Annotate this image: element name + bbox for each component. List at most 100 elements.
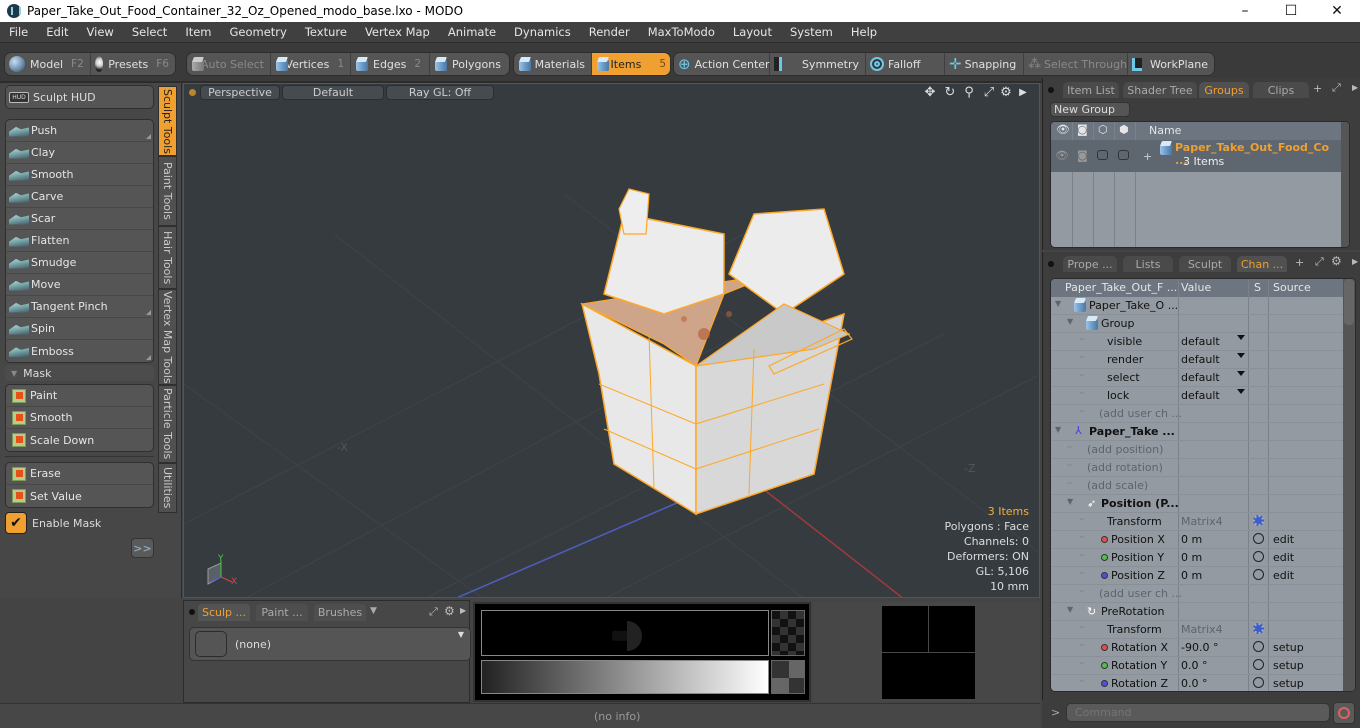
- record-button[interactable]: [1333, 702, 1355, 724]
- menu-layout[interactable]: Layout: [724, 25, 781, 39]
- close-button[interactable]: ✕: [1314, 0, 1360, 22]
- brush-preset-dropdown[interactable]: (none) ▼: [189, 627, 471, 661]
- channel-value[interactable]: default: [1181, 335, 1220, 348]
- channel-value[interactable]: Matrix4: [1181, 515, 1223, 528]
- polygons-button[interactable]: Polygons: [430, 53, 509, 75]
- chevron-right-icon[interactable]: ▶: [1352, 83, 1358, 92]
- menu-edit[interactable]: Edit: [37, 25, 77, 39]
- tab-lists[interactable]: Lists: [1123, 256, 1173, 272]
- channel-value[interactable]: default: [1181, 389, 1220, 402]
- channel-row[interactable]: ·· select default: [1051, 369, 1343, 387]
- channel-row[interactable]: ▼ Paper_Take_O ...: [1051, 297, 1343, 315]
- tool-flatten[interactable]: Flatten: [6, 230, 153, 252]
- channel-value[interactable]: Matrix4: [1181, 623, 1223, 636]
- visibility-eye-icon[interactable]: 👁: [1056, 123, 1070, 136]
- chevron-right-icon[interactable]: ▶: [460, 606, 466, 615]
- channel-row[interactable]: ·· Transform Matrix4: [1051, 621, 1343, 639]
- mask-section-header[interactable]: ▼ Mask: [5, 365, 154, 381]
- channel-row[interactable]: ·· Rotation Z 0.0 ° setup: [1051, 675, 1343, 691]
- tool-move[interactable]: Move: [6, 274, 153, 296]
- rotate-icon[interactable]: ↻: [942, 85, 958, 101]
- state-ring-icon[interactable]: [1253, 641, 1264, 652]
- gear-icon[interactable]: ⚙: [444, 604, 455, 618]
- pan-icon[interactable]: ✥: [922, 85, 938, 101]
- row-camera-icon[interactable]: ◙: [1077, 149, 1088, 162]
- transform-gear-icon[interactable]: [1253, 515, 1264, 526]
- channel-row[interactable]: ·· (add user ch ...: [1051, 405, 1343, 423]
- vtab-hair-tools[interactable]: Hair Tools: [158, 226, 177, 289]
- menu-file[interactable]: File: [0, 25, 37, 39]
- tool-scar[interactable]: Scar: [6, 208, 153, 230]
- group-row[interactable]: 👁 ◙ + Paper_Take_Out_Food_Co ... 3 Items: [1051, 140, 1343, 172]
- vtab-utilities[interactable]: Utilities: [158, 463, 177, 513]
- tool-emboss[interactable]: Emboss: [6, 340, 153, 362]
- tool-carve[interactable]: Carve: [6, 186, 153, 208]
- vertices-button[interactable]: Vertices 1: [271, 53, 351, 75]
- zoom-icon[interactable]: ⚲: [961, 85, 977, 101]
- lock-cube-icon[interactable]: ⬡: [1098, 123, 1108, 136]
- state-ring-icon[interactable]: [1253, 551, 1264, 562]
- channel-row[interactable]: ·· (add position): [1051, 441, 1343, 459]
- render-camera-icon[interactable]: ◙: [1077, 123, 1088, 136]
- dropdown-arrow-icon[interactable]: [1237, 371, 1245, 376]
- channel-row[interactable]: ·· visible default: [1051, 333, 1343, 351]
- falloff-button[interactable]: Falloff: [866, 53, 945, 75]
- chevron-right-icon[interactable]: ▶: [1352, 257, 1358, 266]
- sculpt-hud-button[interactable]: HUD Sculpt HUD: [5, 85, 154, 109]
- maximize-viewport-icon[interactable]: ⤢: [981, 85, 997, 101]
- channel-value[interactable]: 0.0 °: [1181, 659, 1208, 672]
- tab-shader-tree[interactable]: Shader Tree: [1123, 82, 1197, 98]
- channel-row[interactable]: ·· Transform Matrix4: [1051, 513, 1343, 531]
- channel-row[interactable]: ▼ ↻ PreRotation: [1051, 603, 1343, 621]
- channel-value[interactable]: 0.0 °: [1181, 677, 1208, 690]
- tab-paint[interactable]: Paint ...: [256, 604, 308, 621]
- menu-dynamics[interactable]: Dynamics: [505, 25, 580, 39]
- row-eye-icon[interactable]: 👁: [1055, 149, 1069, 162]
- materials-button[interactable]: Materials: [514, 53, 592, 75]
- channel-row[interactable]: ·· (add rotation): [1051, 459, 1343, 477]
- menu-geometry[interactable]: Geometry: [221, 25, 296, 39]
- menu-vertex-map[interactable]: Vertex Map: [356, 25, 439, 39]
- dropdown-arrow-icon[interactable]: [1237, 353, 1245, 358]
- expand-plus-icon[interactable]: +: [1143, 150, 1152, 163]
- channel-value[interactable]: -90.0 °: [1181, 641, 1218, 654]
- state-ring-icon[interactable]: [1253, 569, 1264, 580]
- state-ring-icon[interactable]: [1253, 659, 1264, 670]
- tool-spin[interactable]: Spin: [6, 318, 153, 340]
- channel-row[interactable]: ·· (add scale): [1051, 477, 1343, 495]
- tab-sculpt[interactable]: Sculp ...: [198, 604, 250, 621]
- channel-row[interactable]: ▼ ⅄ Paper_Take ...: [1051, 423, 1343, 441]
- row-select-toggle[interactable]: [1118, 150, 1129, 160]
- vtab-vertex-map-tools[interactable]: Vertex Map Tools: [158, 289, 177, 385]
- vtab-sculpt-tools[interactable]: Sculpt Tools: [158, 86, 177, 156]
- scrollbar-thumb[interactable]: [1344, 279, 1354, 325]
- shading-mode-button[interactable]: Default: [282, 85, 384, 100]
- new-group-button[interactable]: New Group: [1050, 102, 1130, 117]
- model-button[interactable]: Model F2: [5, 53, 91, 75]
- state-ring-icon[interactable]: [1253, 677, 1264, 688]
- gear-icon[interactable]: ⚙: [998, 85, 1014, 101]
- channel-row[interactable]: ▼ Group: [1051, 315, 1343, 333]
- menu-system[interactable]: System: [781, 25, 842, 39]
- mask-tool-smooth[interactable]: Smooth: [6, 407, 153, 429]
- items-button[interactable]: Items 5: [592, 53, 670, 75]
- dropdown-arrow-icon[interactable]: [1237, 335, 1245, 340]
- channel-row[interactable]: ·· lock default: [1051, 387, 1343, 405]
- command-input[interactable]: [1066, 703, 1330, 722]
- tab-properties[interactable]: Prope ...: [1063, 256, 1117, 272]
- channel-row[interactable]: ·· Position Z 0 m edit: [1051, 567, 1343, 585]
- channel-row[interactable]: ·· render default: [1051, 351, 1343, 369]
- maximize-panel-icon[interactable]: ⤢: [1332, 81, 1341, 95]
- minimize-button[interactable]: –: [1222, 0, 1268, 22]
- select-through-button[interactable]: ⁂ Select Through: [1024, 53, 1128, 75]
- maximize-panel-icon[interactable]: ⤢: [429, 605, 438, 619]
- tool-smooth[interactable]: Smooth: [6, 164, 153, 186]
- add-tab-icon[interactable]: +: [1313, 82, 1322, 95]
- symmetry-button[interactable]: Symmetry: [770, 53, 866, 75]
- vtab-paint-tools[interactable]: Paint Tools: [158, 156, 177, 226]
- presets-button[interactable]: Presets F6: [91, 53, 175, 75]
- channel-value[interactable]: default: [1181, 371, 1220, 384]
- row-lock-toggle[interactable]: [1097, 150, 1108, 160]
- expand-more-button[interactable]: >>: [131, 538, 154, 558]
- mask-tool-set-value[interactable]: Set Value: [6, 485, 153, 507]
